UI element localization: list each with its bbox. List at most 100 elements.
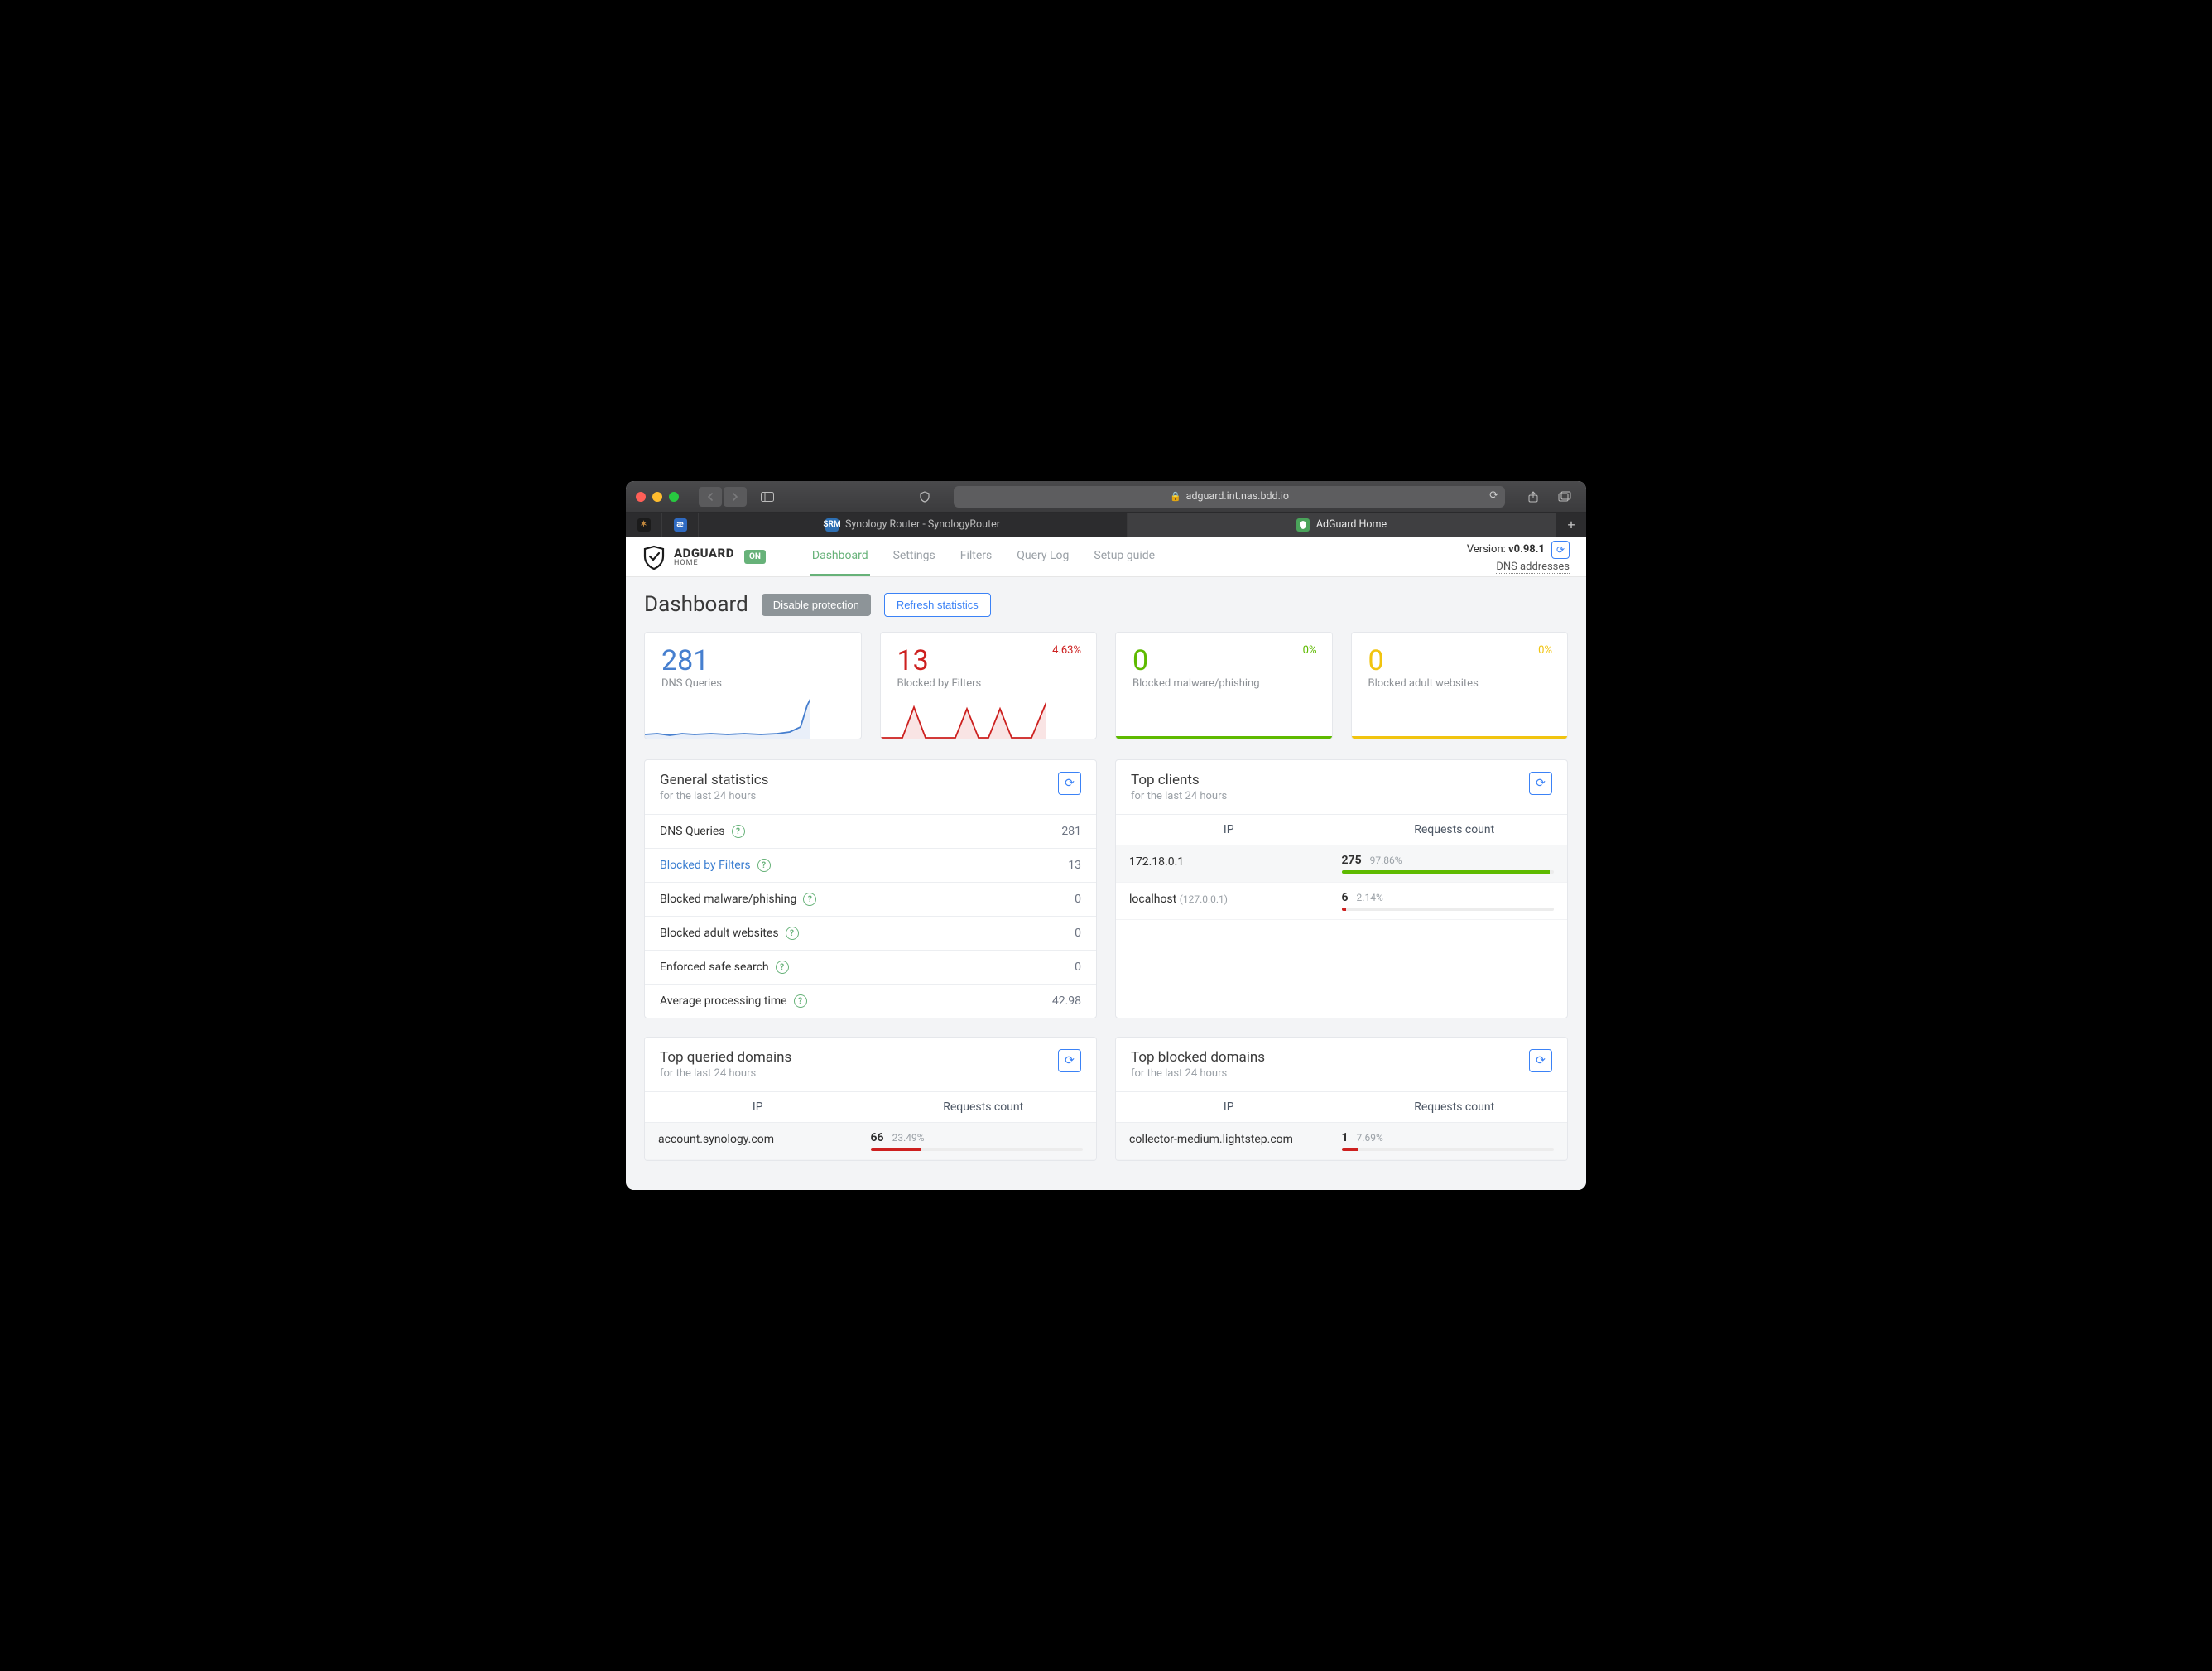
reload-button[interactable]: ⟳	[1489, 489, 1498, 502]
browser-window: 🔒 adguard.int.nas.bdd.io ⟳ ✶ æ SRM Synol…	[626, 481, 1586, 1190]
panel-title: Top clients	[1131, 772, 1227, 788]
progress-bar	[871, 1148, 1084, 1151]
stat-key: Average processing time	[660, 994, 787, 1008]
client-ip: 172.18.0.1	[1129, 855, 1184, 869]
panel-refresh-button[interactable]: ⟳	[1058, 772, 1081, 795]
nav-setup[interactable]: Setup guide	[1092, 537, 1156, 576]
panel-refresh-button[interactable]: ⟳	[1058, 1049, 1081, 1072]
progress-bar	[1342, 908, 1555, 911]
address-bar[interactable]: 🔒 adguard.int.nas.bdd.io ⟳	[954, 486, 1505, 508]
card-value: 281	[645, 633, 861, 677]
tab-synology[interactable]: SRM Synology Router - SynologyRouter	[699, 513, 1128, 537]
card-blocked-filters[interactable]: 13 Blocked by Filters 4.63%	[880, 632, 1098, 739]
app-header: ADGUARD HOME ON Dashboard Settings Filte…	[626, 537, 1586, 577]
table-row[interactable]: collector-medium.lightstep.com 17.69%	[1116, 1123, 1567, 1160]
card-dns-queries[interactable]: 281 DNS Queries	[644, 632, 862, 739]
card-value: 0	[1352, 633, 1568, 677]
nav-dashboard[interactable]: Dashboard	[810, 537, 870, 576]
disable-protection-button[interactable]: Disable protection	[762, 594, 871, 616]
col-ip: IP	[1116, 815, 1342, 845]
shield-icon	[642, 545, 666, 570]
titlebar-right	[1522, 487, 1576, 507]
domain: collector-medium.lightstep.com	[1129, 1133, 1293, 1146]
card-percent: 0%	[1303, 644, 1317, 657]
favicon-icon: æ	[674, 518, 687, 532]
panel-subtitle: for the last 24 hours	[660, 790, 768, 802]
share-button[interactable]	[1522, 487, 1545, 507]
stat-value: 0	[1075, 961, 1081, 974]
help-icon[interactable]: ?	[757, 859, 771, 872]
close-window-button[interactable]	[636, 492, 646, 502]
table-row[interactable]: localhost (127.0.0.1) 62.14%	[1116, 883, 1567, 920]
tabs-overview-button[interactable]	[1553, 487, 1576, 507]
panel-title: General statistics	[660, 772, 768, 788]
col-count: Requests count	[1342, 1092, 1568, 1122]
card-label: Blocked malware/phishing	[1116, 677, 1332, 690]
sidebar-toggle-button[interactable]	[755, 487, 780, 507]
stat-row-blocked-filters: Blocked by Filters? 13	[645, 848, 1096, 882]
privacy-report-button[interactable]	[912, 487, 937, 507]
stat-key[interactable]: Blocked by Filters	[660, 859, 751, 872]
card-blocked-adult[interactable]: 0 Blocked adult websites 0%	[1351, 632, 1569, 739]
panel-title: Top blocked domains	[1131, 1049, 1265, 1066]
refresh-statistics-button[interactable]: Refresh statistics	[884, 593, 991, 617]
minimize-window-button[interactable]	[652, 492, 662, 502]
client-count: 6	[1342, 891, 1349, 904]
tab-adguard[interactable]: AdGuard Home	[1128, 513, 1556, 537]
nav-filters[interactable]: Filters	[959, 537, 994, 576]
panels-row-2: Top queried domains for the last 24 hour…	[644, 1037, 1568, 1161]
back-button[interactable]	[699, 487, 722, 507]
stat-key: Enforced safe search	[660, 961, 769, 974]
panels-row-1: General statistics for the last 24 hours…	[644, 759, 1568, 1018]
panel-subtitle: for the last 24 hours	[1131, 1067, 1265, 1080]
panel-top-queried: Top queried domains for the last 24 hour…	[644, 1037, 1097, 1161]
help-icon[interactable]: ?	[732, 825, 745, 838]
table-row[interactable]: 172.18.0.1 27597.86%	[1116, 845, 1567, 883]
progress-bar	[1342, 870, 1555, 874]
baseline-icon	[1116, 736, 1332, 739]
block-percent: 7.69%	[1357, 1132, 1383, 1144]
help-icon[interactable]: ?	[786, 927, 799, 940]
stat-value: 0	[1075, 893, 1081, 906]
lock-icon: 🔒	[1170, 491, 1181, 502]
tab-2[interactable]: æ	[662, 513, 699, 537]
card-blocked-malware[interactable]: 0 Blocked malware/phishing 0%	[1115, 632, 1333, 739]
tab-label: Synology Router - SynologyRouter	[845, 518, 1000, 531]
table-row[interactable]: account.synology.com 6623.49%	[645, 1123, 1096, 1160]
stat-value: 42.98	[1052, 994, 1081, 1008]
general-stats-list: DNS Queries? 281 Blocked by Filters? 13 …	[645, 814, 1096, 1018]
panel-refresh-button[interactable]: ⟳	[1529, 772, 1552, 795]
panel-subtitle: for the last 24 hours	[660, 1067, 791, 1080]
stat-row-safesearch: Enforced safe search? 0	[645, 950, 1096, 984]
app-logo[interactable]: ADGUARD HOME ON	[642, 545, 766, 570]
stat-row-dns-queries: DNS Queries? 281	[645, 814, 1096, 848]
table-header: IP Requests count	[1116, 814, 1567, 845]
card-label: Blocked by Filters	[881, 677, 1097, 690]
page-title: Dashboard	[644, 592, 748, 617]
new-tab-button[interactable]: +	[1556, 513, 1586, 537]
stat-cards: 281 DNS Queries 13 Blocked by Filters 4.…	[644, 632, 1568, 739]
help-icon[interactable]: ?	[776, 961, 789, 974]
nav-querylog[interactable]: Query Log	[1015, 537, 1070, 576]
favicon-icon: SRM	[825, 518, 839, 532]
stat-value: 281	[1061, 825, 1081, 838]
panel-subtitle: for the last 24 hours	[1131, 790, 1227, 802]
help-icon[interactable]: ?	[803, 893, 816, 906]
domain: account.synology.com	[658, 1133, 774, 1146]
nav-settings[interactable]: Settings	[892, 537, 937, 576]
panel-general-stats: General statistics for the last 24 hours…	[644, 759, 1097, 1018]
panel-title: Top queried domains	[660, 1049, 791, 1066]
favicon-icon: ✶	[637, 518, 651, 532]
help-icon[interactable]: ?	[794, 994, 807, 1008]
forward-button[interactable]	[724, 487, 747, 507]
panel-top-blocked: Top blocked domains for the last 24 hour…	[1115, 1037, 1568, 1161]
sparkline-icon	[645, 697, 810, 739]
panel-refresh-button[interactable]: ⟳	[1529, 1049, 1552, 1072]
tab-1[interactable]: ✶	[626, 513, 662, 537]
dns-addresses-link[interactable]: DNS addresses	[1496, 561, 1570, 574]
stat-row-malware: Blocked malware/phishing? 0	[645, 882, 1096, 916]
check-update-button[interactable]: ⟳	[1551, 541, 1570, 559]
zoom-window-button[interactable]	[669, 492, 679, 502]
status-badge: ON	[744, 550, 766, 564]
stat-value: 0	[1075, 927, 1081, 940]
